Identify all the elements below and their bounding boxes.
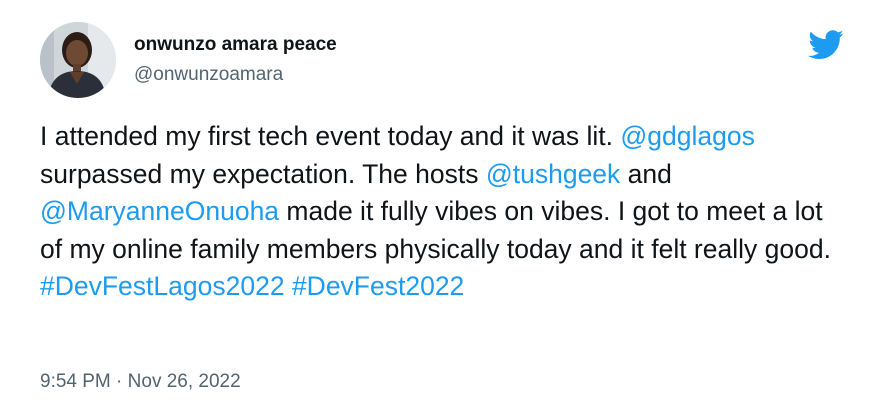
tweet-header: onwunzo amara peace @onwunzoamara [40,22,337,98]
tweet-timestamp[interactable]: 9:54 PM · Nov 26, 2022 [40,369,241,395]
mention-tushgeek[interactable]: @tushgeek [486,159,620,189]
twitter-bird-icon[interactable] [808,30,844,60]
tweet-text-segment: and [620,158,672,189]
tweet-text-segment [285,271,292,301]
mention-maryanneonuoha[interactable]: @MaryanneOnuoha [40,196,279,226]
tweet-date: Nov 26, 2022 [127,371,241,392]
author-handle[interactable]: @onwunzoamara [134,62,337,88]
tweet-card: onwunzo amara peace @onwunzoamara I atte… [0,0,884,420]
hashtag-devfestlagos2022[interactable]: #DevFestLagos2022 [40,271,285,301]
avatar[interactable] [40,22,116,98]
avatar-image [40,22,116,98]
tweet-text: I attended my first tech event today and… [40,118,850,306]
hashtag-devfest2022[interactable]: #DevFest2022 [292,271,464,301]
author-display-name[interactable]: onwunzo amara peace [134,32,337,58]
tweet-time: 9:54 PM [40,371,111,392]
tweet-text-segment: surpassed my expectation. The hosts [40,158,486,189]
tweet-text-segment: I attended my first tech event today and… [40,121,621,151]
timestamp-separator: · [116,371,123,392]
mention-gdglagos[interactable]: @gdglagos [620,121,754,151]
author-names: onwunzo amara peace @onwunzoamara [134,32,337,88]
